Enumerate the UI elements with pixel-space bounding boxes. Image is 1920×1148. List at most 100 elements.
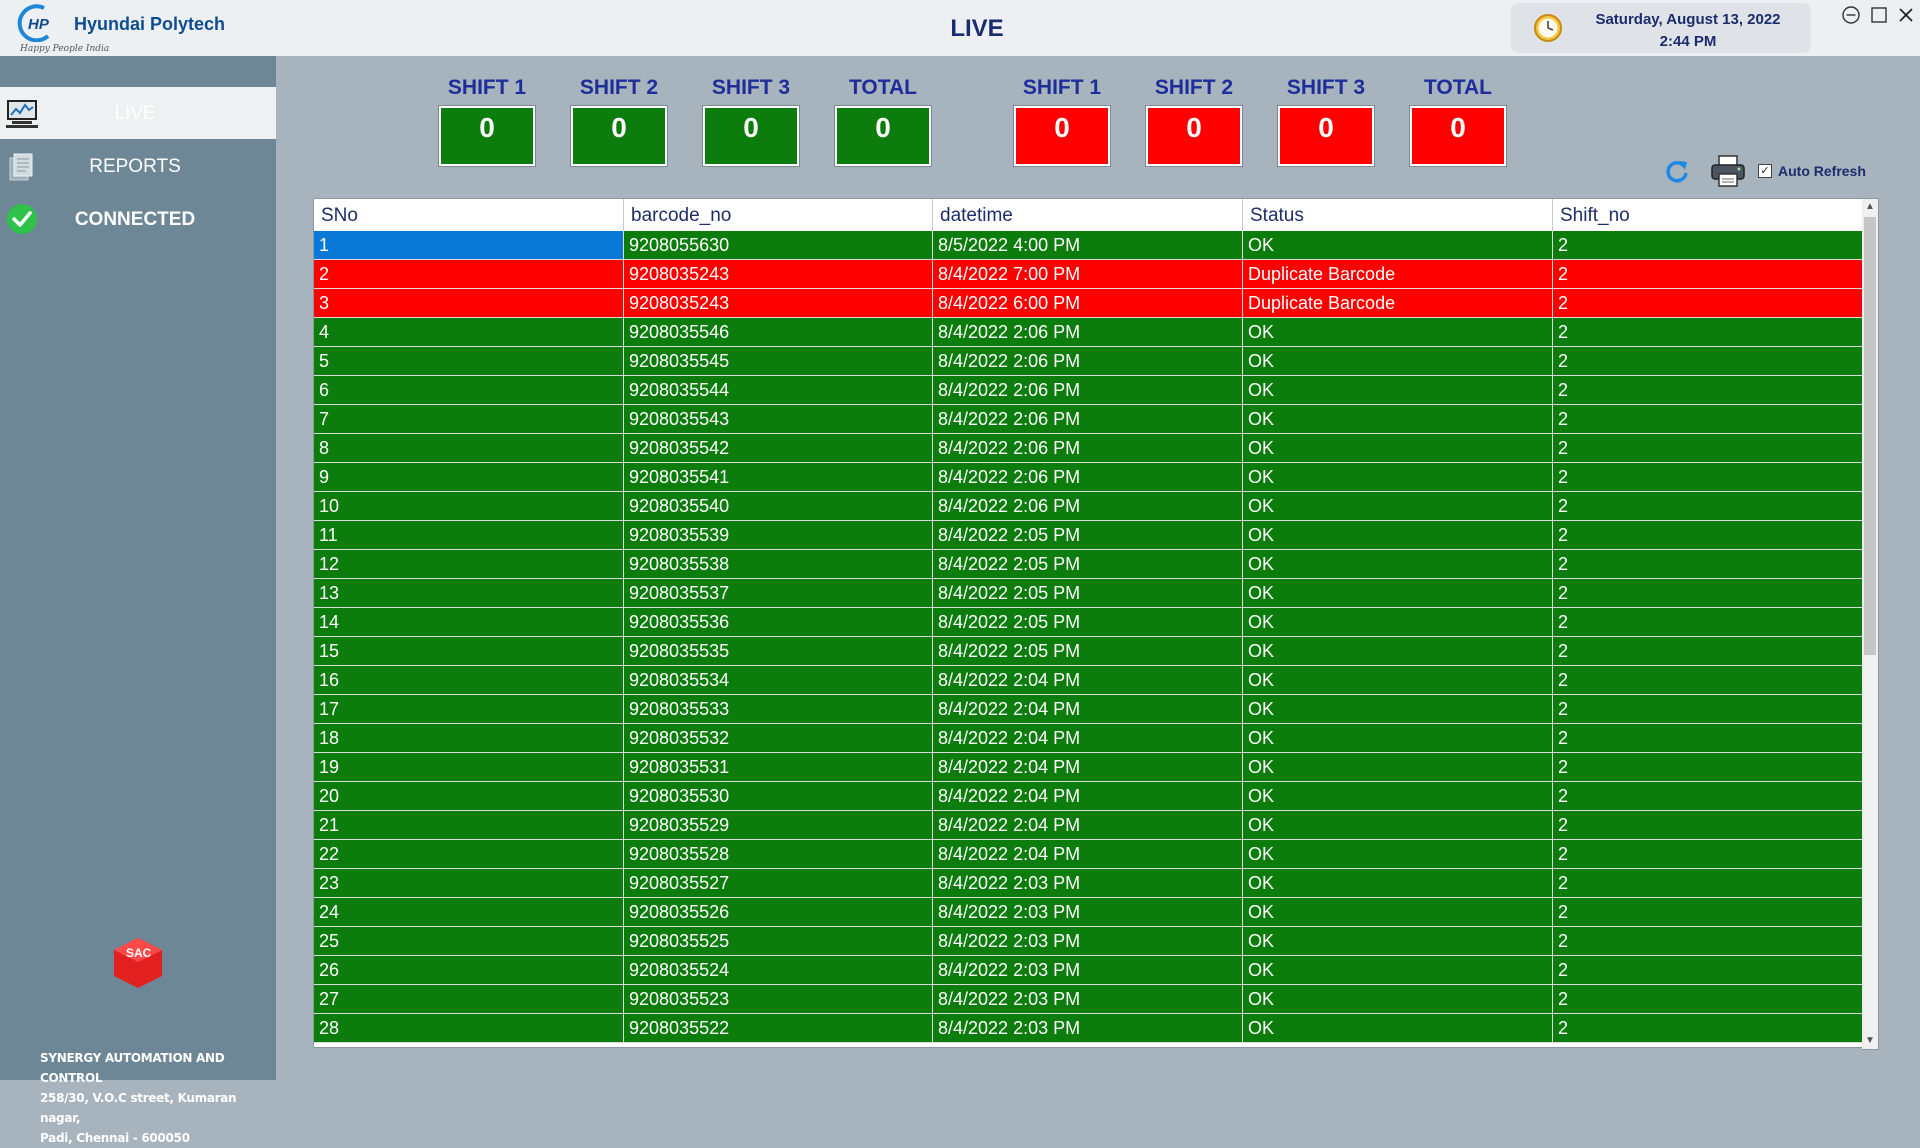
cell-shift[interactable]: 2: [1553, 1014, 1863, 1043]
cell-shift[interactable]: 2: [1553, 289, 1863, 318]
cell-shift[interactable]: 2: [1553, 579, 1863, 608]
cell-status[interactable]: OK: [1243, 463, 1553, 492]
cell-barcode[interactable]: 9208035523: [624, 985, 933, 1014]
cell-datetime[interactable]: 8/4/2022 2:06 PM: [933, 463, 1243, 492]
scroll-up-icon[interactable]: ▲: [1862, 199, 1878, 215]
cell-datetime[interactable]: 8/4/2022 2:03 PM: [933, 869, 1243, 898]
cell-shift[interactable]: 2: [1553, 753, 1863, 782]
cell-datetime[interactable]: 8/4/2022 2:06 PM: [933, 347, 1243, 376]
cell-sno[interactable]: 20: [314, 782, 624, 811]
cell-shift[interactable]: 2: [1553, 376, 1863, 405]
column-header-shift[interactable]: Shift_no: [1553, 199, 1863, 231]
cell-barcode[interactable]: 9208035243: [624, 289, 933, 318]
cell-status[interactable]: OK: [1243, 985, 1553, 1014]
scrollbar-thumb[interactable]: [1864, 217, 1876, 655]
cell-status[interactable]: OK: [1243, 927, 1553, 956]
cell-datetime[interactable]: 8/4/2022 2:05 PM: [933, 550, 1243, 579]
cell-barcode[interactable]: 9208035537: [624, 579, 933, 608]
cell-shift[interactable]: 2: [1553, 434, 1863, 463]
column-header-sno[interactable]: SNo: [314, 199, 624, 231]
sidebar-item-live[interactable]: LIVE: [0, 87, 276, 139]
cell-sno[interactable]: 9: [314, 463, 624, 492]
cell-sno[interactable]: 12: [314, 550, 624, 579]
cell-sno[interactable]: 7: [314, 405, 624, 434]
table-row[interactable]: 10 9208035540 8/4/2022 2:06 PM OK 2: [314, 492, 1863, 521]
cell-shift[interactable]: 2: [1553, 811, 1863, 840]
grid-scrollbar[interactable]: ▲ ▼: [1862, 198, 1879, 1050]
cell-status[interactable]: OK: [1243, 811, 1553, 840]
table-row[interactable]: 19 9208035531 8/4/2022 2:04 PM OK 2: [314, 753, 1863, 782]
cell-shift[interactable]: 2: [1553, 492, 1863, 521]
cell-sno[interactable]: 28: [314, 1014, 624, 1043]
cell-sno[interactable]: 24: [314, 898, 624, 927]
cell-status[interactable]: OK: [1243, 1014, 1553, 1043]
cell-datetime[interactable]: 8/4/2022 2:04 PM: [933, 666, 1243, 695]
table-row[interactable]: 22 9208035528 8/4/2022 2:04 PM OK 2: [314, 840, 1863, 869]
cell-barcode[interactable]: 9208035526: [624, 898, 933, 927]
cell-datetime[interactable]: 8/4/2022 2:05 PM: [933, 637, 1243, 666]
cell-shift[interactable]: 2: [1553, 927, 1863, 956]
cell-barcode[interactable]: 9208035535: [624, 637, 933, 666]
cell-barcode[interactable]: 9208035243: [624, 260, 933, 289]
cell-barcode[interactable]: 9208035529: [624, 811, 933, 840]
table-row[interactable]: 5 9208035545 8/4/2022 2:06 PM OK 2: [314, 347, 1863, 376]
cell-status[interactable]: OK: [1243, 347, 1553, 376]
cell-sno[interactable]: 27: [314, 985, 624, 1014]
cell-datetime[interactable]: 8/4/2022 2:03 PM: [933, 985, 1243, 1014]
cell-shift[interactable]: 2: [1553, 782, 1863, 811]
cell-barcode[interactable]: 9208035530: [624, 782, 933, 811]
cell-datetime[interactable]: 8/4/2022 2:04 PM: [933, 695, 1243, 724]
cell-datetime[interactable]: 8/4/2022 2:05 PM: [933, 521, 1243, 550]
cell-shift[interactable]: 2: [1553, 347, 1863, 376]
table-row[interactable]: 26 9208035524 8/4/2022 2:03 PM OK 2: [314, 956, 1863, 985]
cell-datetime[interactable]: 8/4/2022 2:03 PM: [933, 1014, 1243, 1043]
cell-status[interactable]: OK: [1243, 405, 1553, 434]
table-row[interactable]: 1 9208055630 8/5/2022 4:00 PM OK 2: [314, 231, 1863, 260]
table-row[interactable]: 6 9208035544 8/4/2022 2:06 PM OK 2: [314, 376, 1863, 405]
cell-datetime[interactable]: 8/4/2022 6:00 PM: [933, 289, 1243, 318]
cell-sno[interactable]: 22: [314, 840, 624, 869]
cell-shift[interactable]: 2: [1553, 260, 1863, 289]
cell-datetime[interactable]: 8/5/2022 4:00 PM: [933, 231, 1243, 260]
table-row[interactable]: 24 9208035526 8/4/2022 2:03 PM OK 2: [314, 898, 1863, 927]
cell-status[interactable]: OK: [1243, 753, 1553, 782]
cell-shift[interactable]: 2: [1553, 840, 1863, 869]
cell-sno[interactable]: 16: [314, 666, 624, 695]
cell-shift[interactable]: 2: [1553, 318, 1863, 347]
cell-sno[interactable]: 11: [314, 521, 624, 550]
cell-sno[interactable]: 26: [314, 956, 624, 985]
cell-status[interactable]: OK: [1243, 869, 1553, 898]
auto-refresh-checkbox[interactable]: ✓: [1758, 164, 1772, 178]
cell-shift[interactable]: 2: [1553, 695, 1863, 724]
cell-barcode[interactable]: 9208035532: [624, 724, 933, 753]
table-row[interactable]: 27 9208035523 8/4/2022 2:03 PM OK 2: [314, 985, 1863, 1014]
cell-barcode[interactable]: 9208035533: [624, 695, 933, 724]
table-row[interactable]: 12 9208035538 8/4/2022 2:05 PM OK 2: [314, 550, 1863, 579]
scroll-down-icon[interactable]: ▼: [1862, 1033, 1878, 1049]
table-row[interactable]: 20 9208035530 8/4/2022 2:04 PM OK 2: [314, 782, 1863, 811]
cell-sno[interactable]: 5: [314, 347, 624, 376]
cell-status[interactable]: OK: [1243, 782, 1553, 811]
cell-sno[interactable]: 13: [314, 579, 624, 608]
cell-status[interactable]: OK: [1243, 318, 1553, 347]
cell-datetime[interactable]: 8/4/2022 2:06 PM: [933, 376, 1243, 405]
minimize-icon[interactable]: [1840, 4, 1862, 26]
cell-datetime[interactable]: 8/4/2022 2:06 PM: [933, 492, 1243, 521]
cell-status[interactable]: OK: [1243, 550, 1553, 579]
cell-status[interactable]: OK: [1243, 898, 1553, 927]
column-header-status[interactable]: Status: [1243, 199, 1553, 231]
cell-datetime[interactable]: 8/4/2022 2:04 PM: [933, 753, 1243, 782]
cell-barcode[interactable]: 9208035531: [624, 753, 933, 782]
cell-sno[interactable]: 6: [314, 376, 624, 405]
cell-status[interactable]: OK: [1243, 840, 1553, 869]
cell-datetime[interactable]: 8/4/2022 7:00 PM: [933, 260, 1243, 289]
table-row[interactable]: 25 9208035525 8/4/2022 2:03 PM OK 2: [314, 927, 1863, 956]
cell-sno[interactable]: 23: [314, 869, 624, 898]
cell-status[interactable]: OK: [1243, 579, 1553, 608]
table-row[interactable]: 14 9208035536 8/4/2022 2:05 PM OK 2: [314, 608, 1863, 637]
cell-sno[interactable]: 4: [314, 318, 624, 347]
cell-sno[interactable]: 10: [314, 492, 624, 521]
cell-shift[interactable]: 2: [1553, 550, 1863, 579]
cell-barcode[interactable]: 9208035543: [624, 405, 933, 434]
cell-status[interactable]: OK: [1243, 637, 1553, 666]
